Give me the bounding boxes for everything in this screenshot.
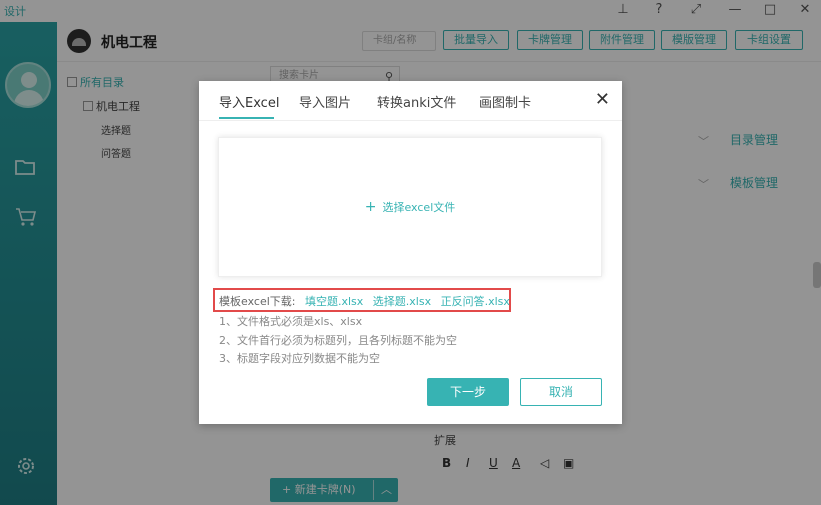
tab-convert-anki[interactable]: 转换anki文件 bbox=[377, 92, 456, 111]
close-icon[interactable]: ✕ bbox=[595, 89, 610, 110]
rule-1: 1、文件格式必须是xls、xlsx bbox=[219, 315, 363, 328]
dropzone-label: 选择excel文件 bbox=[382, 201, 456, 214]
import-dialog: 导入Excel 导入图片 转换anki文件 画图制卡 ✕ + 选择excel文件… bbox=[199, 81, 622, 424]
active-tab-indicator bbox=[219, 117, 274, 119]
tab-draw-card[interactable]: 画图制卡 bbox=[479, 92, 531, 111]
template-label: 模板excel下载: bbox=[219, 295, 296, 308]
tab-import-image[interactable]: 导入图片 bbox=[299, 92, 351, 111]
rule-3: 3、标题字段对应列数据不能为空 bbox=[219, 352, 380, 365]
template-link-fill-blank[interactable]: 填空题.xlsx bbox=[305, 295, 363, 308]
template-link-qa[interactable]: 正反问答.xlsx bbox=[441, 295, 510, 308]
template-link-choice[interactable]: 选择题.xlsx bbox=[373, 295, 431, 308]
template-download-row: 模板excel下载: 填空题.xlsx 选择题.xlsx 正反问答.xlsx bbox=[219, 293, 510, 309]
next-step-button[interactable]: 下一步 bbox=[427, 378, 509, 406]
rule-2: 2、文件首行必须为标题列，且各列标题不能为空 bbox=[219, 334, 457, 347]
tab-import-excel[interactable]: 导入Excel bbox=[219, 92, 279, 111]
plus-icon: + bbox=[364, 199, 377, 215]
excel-dropzone[interactable]: + 选择excel文件 bbox=[218, 137, 602, 277]
cancel-button[interactable]: 取消 bbox=[520, 378, 602, 406]
dialog-tabs: 导入Excel 导入图片 转换anki文件 画图制卡 ✕ bbox=[199, 81, 622, 121]
